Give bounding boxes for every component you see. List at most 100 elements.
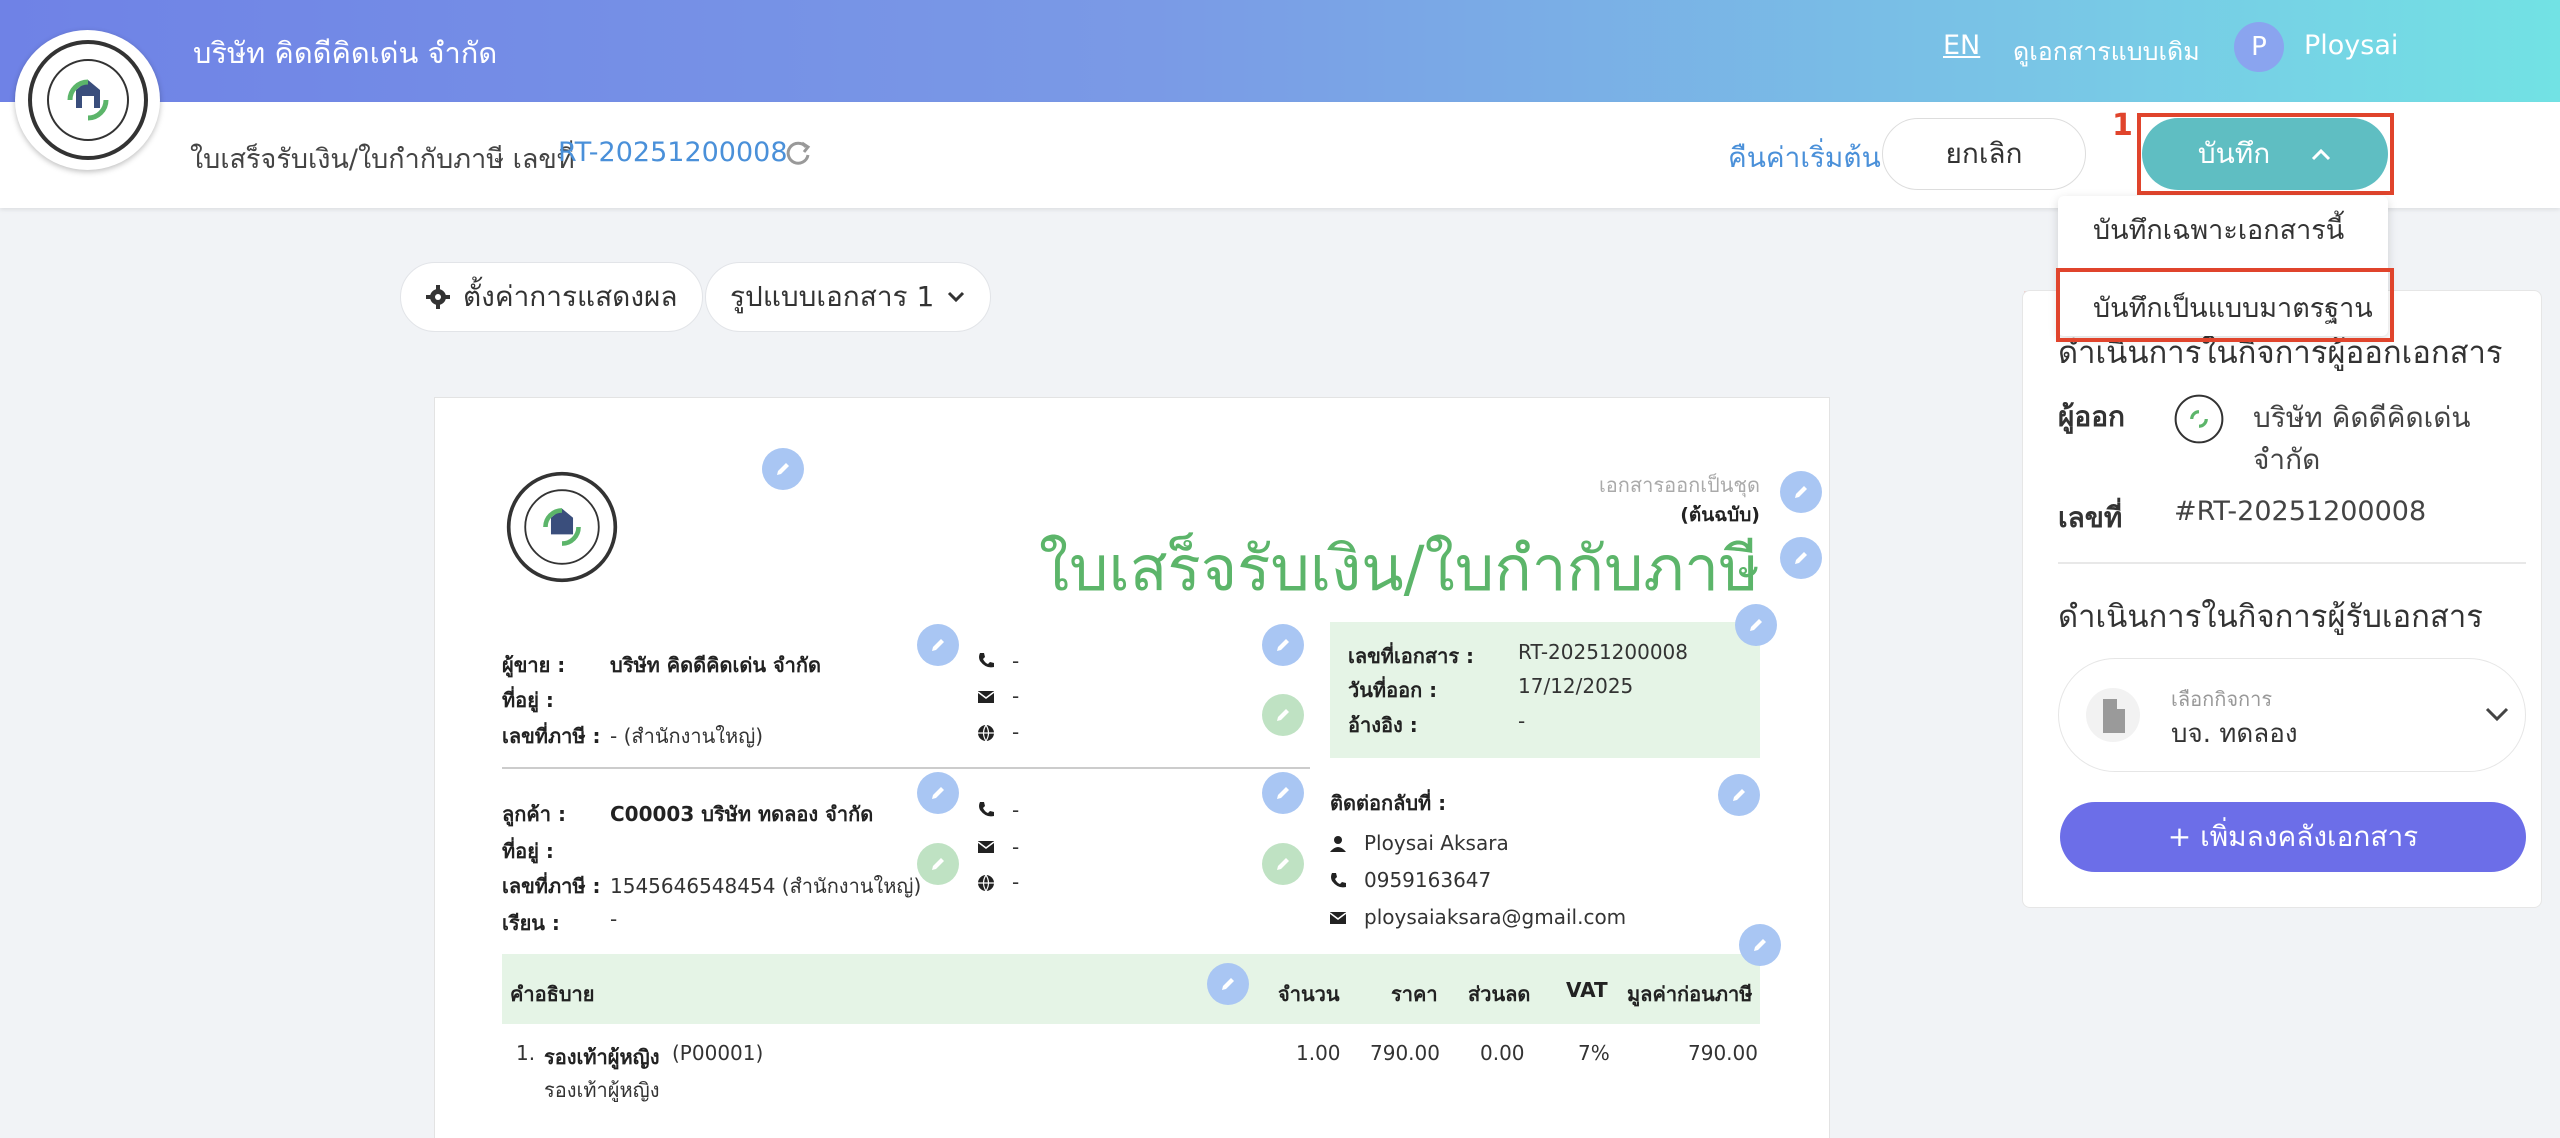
customer-attn-label: เรียน : — [502, 911, 560, 935]
date-value: 17/12/2025 — [1518, 674, 1634, 698]
envelope-icon — [1329, 912, 1347, 924]
row-discount: 0.00 — [1480, 1041, 1525, 1065]
toggle-seller-contact-button[interactable] — [1262, 694, 1304, 736]
customer-email-value: - — [1012, 835, 1020, 859]
document-type-title: ใบเสร็จรับเงิน/ใบกำกับภาษี เลขที่ — [190, 144, 575, 175]
col-discount: ส่วนลด — [1468, 982, 1531, 1006]
seller-taxid-label: เลขที่ภาษี : — [502, 724, 601, 748]
issuer-logo — [2174, 394, 2224, 444]
seller-address-label: ที่อยู่ : — [502, 688, 554, 712]
customer-address-label: ที่อยู่ : — [502, 839, 554, 863]
envelope-icon — [977, 691, 995, 703]
language-switch-link[interactable]: EN — [1943, 30, 1980, 61]
edit-title-button[interactable] — [1780, 537, 1822, 579]
contact-name: Ploysai Aksara — [1364, 831, 1509, 855]
document-number: RT-20251200008 — [558, 137, 788, 168]
edit-customer-contact-button[interactable] — [1262, 772, 1304, 814]
number-value: #RT-20251200008 — [2174, 496, 2427, 527]
add-to-archive-button[interactable]: + เพิ่มลงคลังเอกสาร — [2060, 802, 2526, 872]
seller-customer-divider — [502, 767, 1310, 769]
reset-defaults-link[interactable]: คืนค่าเริ่มต้น — [1728, 136, 1881, 180]
save-this-document-only-item[interactable]: บันทึกเฉพาะเอกสารนี้ — [2093, 208, 2344, 251]
seller-value: บริษัท คิดดีคิดเด่น จำกัด — [610, 653, 821, 677]
panel-divider — [2058, 562, 2526, 564]
pencil-icon — [1754, 939, 1766, 951]
user-icon — [1330, 836, 1346, 852]
legacy-view-link[interactable]: ดูเอกสารแบบเดิม — [2013, 32, 2200, 72]
contact-email: ploysaiaksara@gmail.com — [1364, 905, 1627, 929]
pencil-icon — [777, 463, 789, 475]
globe-icon — [978, 874, 994, 893]
edit-table-columns-button[interactable] — [1207, 963, 1249, 1005]
edit-seller-contact-button[interactable] — [1262, 624, 1304, 666]
template-select[interactable]: รูปแบบเอกสาร 1 — [705, 262, 992, 332]
row-item-desc: รองเท้าผู้หญิง — [544, 1078, 660, 1102]
edit-copy-note-button[interactable] — [1780, 471, 1822, 513]
edit-customer-button[interactable] — [917, 772, 959, 814]
customer-phone-value: - — [1012, 798, 1020, 822]
building-icon — [2086, 688, 2140, 742]
docno-value: RT-20251200008 — [1518, 640, 1689, 664]
gear-icon — [426, 285, 450, 309]
save-button[interactable]: บันทึก — [2142, 118, 2388, 190]
chevron-down-icon — [2485, 707, 2509, 722]
header-company-name: บริษัท คิดดีคิดเด่น จำกัด — [193, 36, 498, 70]
docno-label: เลขที่เอกสาร : — [1348, 644, 1475, 668]
edit-logo-button[interactable] — [762, 448, 804, 490]
save-button-label: บันทึก — [2197, 137, 2271, 170]
issuer-name-line1: บริษัท คิดดีคิดเด่น — [2253, 401, 2471, 434]
business-select-hint: เลือกกิจการ — [2171, 687, 2273, 711]
avatar[interactable]: P — [2234, 22, 2284, 72]
cancel-button[interactable]: ยกเลิก — [1882, 118, 2086, 190]
col-description: คำอธิบาย — [510, 982, 595, 1006]
customer-web-value: - — [1012, 870, 1020, 894]
pencil-icon — [1277, 709, 1289, 721]
customer-taxid-label: เลขที่ภาษี : — [502, 874, 601, 898]
globe-icon — [978, 724, 994, 743]
save-as-default-item[interactable]: บันทึกเป็นแบบมาตรฐาน — [2093, 286, 2373, 329]
pencil-icon — [1795, 552, 1807, 564]
row-number: 1. — [516, 1041, 536, 1065]
refresh-icon[interactable] — [782, 137, 814, 169]
col-quantity: จำนวน — [1278, 982, 1340, 1006]
ref-value: - — [1518, 709, 1526, 733]
company-logo-seal — [27, 40, 148, 160]
row-item-code: (P00001) — [672, 1041, 764, 1065]
row-vat: 7% — [1578, 1041, 1610, 1065]
edit-document-meta-button[interactable] — [1735, 604, 1777, 646]
row-amount: 790.00 — [1688, 1041, 1758, 1065]
chevron-up-icon — [2312, 148, 2331, 161]
envelope-icon — [977, 841, 995, 853]
template-select-label: รูปแบบเอกสาร 1 — [730, 280, 935, 313]
col-price: ราคา — [1391, 982, 1438, 1006]
pencil-icon — [932, 639, 944, 651]
document-title: ใบเสร็จรับเงิน/ใบกำกับภาษี — [1038, 532, 1760, 605]
phone-icon — [1331, 873, 1346, 888]
company-logo[interactable] — [15, 30, 160, 170]
pencil-icon — [1733, 789, 1745, 801]
col-amount-before-tax: มูลค่าก่อนภาษี — [1627, 982, 1753, 1006]
display-settings-button[interactable]: ตั้งค่าการแสดงผล — [400, 262, 703, 332]
edit-contact-button[interactable] — [1718, 774, 1760, 816]
business-select-value: บจ. ทดลอง — [2171, 719, 2298, 749]
pencil-icon — [932, 787, 944, 799]
copy-note: เอกสารออกเป็นชุด — [1598, 473, 1760, 497]
customer-taxid-value: 1545646548454 (สำนักงานใหญ่) — [610, 874, 922, 898]
pencil-icon — [1795, 486, 1807, 498]
edit-table-style-button[interactable] — [1739, 924, 1781, 966]
phone-icon — [979, 653, 994, 668]
number-label: เลขที่ — [2058, 501, 2123, 534]
toggle-customer-button[interactable] — [917, 843, 959, 885]
toggle-customer-contact-button[interactable] — [1262, 843, 1304, 885]
user-name[interactable]: Ploysai — [2304, 30, 2398, 61]
seller-email-value: - — [1012, 684, 1020, 708]
edit-seller-button[interactable] — [917, 624, 959, 666]
pencil-icon — [1750, 619, 1762, 631]
seller-label: ผู้ขาย : — [502, 653, 566, 677]
date-label: วันที่ออก : — [1348, 678, 1438, 702]
issuer-name-line2: จำกัด — [2253, 443, 2321, 476]
row-qty: 1.00 — [1296, 1041, 1341, 1065]
receiver-section-title: ดำเนินการในกิจการผู้รับเอกสาร — [2058, 599, 2483, 635]
phone-icon — [979, 802, 994, 817]
seller-web-value: - — [1012, 720, 1020, 744]
